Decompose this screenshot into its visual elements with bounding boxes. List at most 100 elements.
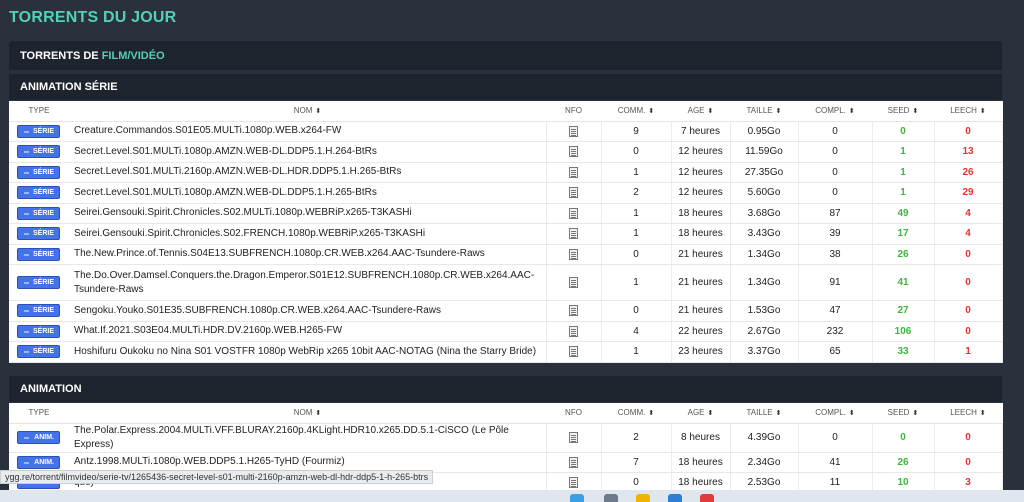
category-badge[interactable]: SÉRIE bbox=[17, 324, 60, 338]
table-row[interactable]: SÉRIE Sengoku.Youko.S01E35.SUBFRENCH.1080… bbox=[9, 300, 1003, 322]
seed-count: 1 bbox=[872, 182, 935, 204]
torrent-age: 12 heures bbox=[671, 182, 731, 204]
table-row[interactable]: ANIM. The.Polar.Express.2004.MULTi.VFF.BL… bbox=[9, 423, 1003, 453]
col-size[interactable]: TAILLE ⬍ bbox=[730, 101, 798, 122]
torrent-age: 21 heures bbox=[671, 244, 731, 265]
nfo-file-icon[interactable] bbox=[569, 146, 578, 158]
col-comm[interactable]: COMM. ⬍ bbox=[601, 101, 671, 122]
nfo-file-icon[interactable] bbox=[569, 228, 578, 240]
category-badge[interactable]: SÉRIE bbox=[17, 124, 60, 138]
table-row[interactable]: SÉRIE Secret.Level.S01.MULTi.1080p.AMZN.W… bbox=[9, 141, 1003, 163]
browser-icon[interactable] bbox=[570, 494, 584, 502]
category-badge[interactable]: SÉRIE bbox=[17, 247, 60, 261]
table-row[interactable]: SÉRIE The.Do.Over.Damsel.Conquers.the.Dra… bbox=[9, 264, 1003, 301]
table-row[interactable]: SÉRIE The.New.Prince.of.Tennis.S04E13.SUB… bbox=[9, 244, 1003, 265]
torrent-name-link[interactable]: Seirei.Gensouki.Spirit.Chronicles.S02.MU… bbox=[69, 203, 547, 224]
nfo-file-icon[interactable] bbox=[569, 187, 578, 199]
nfo-file-icon[interactable] bbox=[569, 456, 578, 468]
folder-icon[interactable] bbox=[636, 494, 650, 502]
taskbar bbox=[0, 490, 1024, 502]
table-row[interactable]: SÉRIE Seirei.Gensouki.Spirit.Chronicles.S… bbox=[9, 223, 1003, 245]
torrent-name-link[interactable]: Creature.Commandos.S01E05.MULTi.1080p.WE… bbox=[69, 121, 547, 142]
app-icon[interactable] bbox=[700, 494, 714, 502]
nfo-file-icon[interactable] bbox=[569, 166, 578, 178]
torrent-size: 3.37Go bbox=[730, 341, 799, 363]
comment-count: 9 bbox=[601, 121, 672, 142]
category-badge[interactable]: SÉRIE bbox=[17, 276, 60, 289]
category-badge[interactable]: ANIM. bbox=[17, 455, 60, 469]
category-badge[interactable]: SÉRIE bbox=[17, 186, 60, 200]
completed-count: 47 bbox=[798, 300, 873, 322]
col-compl[interactable]: COMPL. ⬍ bbox=[798, 101, 872, 122]
torrent-name-link[interactable]: The.New.Prince.of.Tennis.S04E13.SUBFRENC… bbox=[69, 244, 547, 265]
col-leech[interactable]: LEECH ⬍ bbox=[934, 403, 1002, 424]
app-icon[interactable] bbox=[668, 494, 682, 502]
table-row[interactable]: SÉRIE Secret.Level.S01.MULTi.2160p.AMZN.W… bbox=[9, 162, 1003, 183]
table-row[interactable]: SÉRIE Secret.Level.S01.MULTi.1080p.AMZN.W… bbox=[9, 182, 1003, 204]
col-compl[interactable]: COMPL. ⬍ bbox=[798, 403, 872, 424]
seed-count: 41 bbox=[872, 264, 935, 301]
col-comm[interactable]: COMM. ⬍ bbox=[601, 403, 671, 424]
nfo-file-icon[interactable] bbox=[569, 207, 578, 219]
torrent-name-link[interactable]: Secret.Level.S01.MULTi.1080p.AMZN.WEB-DL… bbox=[69, 141, 547, 163]
col-age[interactable]: AGE ⬍ bbox=[671, 101, 730, 122]
sort-icon: ⬍ bbox=[912, 108, 919, 116]
torrent-size: 27.35Go bbox=[730, 162, 799, 183]
table-row[interactable]: SÉRIE Hoshifuru Oukoku no Nina S01 VOSTFR… bbox=[9, 341, 1003, 363]
category-badge[interactable]: SÉRIE bbox=[17, 165, 60, 179]
category-badge[interactable]: SÉRIE bbox=[17, 304, 60, 318]
app-icon[interactable] bbox=[604, 494, 618, 502]
category-badge[interactable]: SÉRIE bbox=[17, 227, 60, 241]
category-badge[interactable]: SÉRIE bbox=[17, 145, 60, 159]
category-badge[interactable]: SÉRIE bbox=[17, 206, 60, 220]
nfo-file-icon[interactable] bbox=[569, 125, 578, 137]
nfo-file-icon[interactable] bbox=[569, 431, 578, 443]
torrent-name-link[interactable]: Hoshifuru Oukoku no Nina S01 VOSTFR 1080… bbox=[69, 341, 547, 363]
nfo-file-icon[interactable] bbox=[569, 276, 578, 288]
col-type: TYPE bbox=[9, 101, 69, 122]
nfo-file-icon[interactable] bbox=[569, 325, 578, 337]
col-name[interactable]: NOM ⬍ bbox=[69, 101, 546, 122]
torrent-name-link[interactable]: Secret.Level.S01.MULTi.2160p.AMZN.WEB-DL… bbox=[69, 162, 547, 183]
torrent-age: 22 heures bbox=[671, 321, 731, 342]
col-seed[interactable]: SEED ⬍ bbox=[872, 403, 934, 424]
sort-icon: ⬍ bbox=[775, 108, 782, 116]
torrent-name-link[interactable]: Seirei.Gensouki.Spirit.Chronicles.S02.FR… bbox=[69, 223, 547, 245]
completed-count: 91 bbox=[798, 264, 873, 301]
col-nfo: NFO bbox=[546, 101, 601, 122]
torrent-name-link[interactable]: The.Do.Over.Damsel.Conquers.the.Dragon.E… bbox=[69, 264, 547, 301]
torrents-category-link[interactable]: FILM/VIDÉO bbox=[102, 50, 165, 62]
table-row[interactable]: SÉRIE Seirei.Gensouki.Spirit.Chronicles.S… bbox=[9, 203, 1003, 224]
torrent-size: 2.34Go bbox=[730, 452, 799, 473]
table-header-row: TYPE NOM ⬍ NFO COMM. ⬍ AGE ⬍ TAILLE ⬍ COMPL.… bbox=[9, 101, 1002, 122]
torrent-name-link[interactable]: Sengoku.Youko.S01E35.SUBFRENCH.1080p.CR.… bbox=[69, 300, 547, 322]
sort-icon: ⬍ bbox=[648, 108, 655, 116]
col-leech[interactable]: LEECH ⬍ bbox=[934, 101, 1002, 122]
comment-count: 1 bbox=[601, 341, 672, 363]
table-row[interactable]: SÉRIE Creature.Commandos.S01E05.MULTi.108… bbox=[9, 121, 1003, 142]
seed-count: 106 bbox=[872, 321, 935, 342]
completed-count: 232 bbox=[798, 321, 873, 342]
col-size[interactable]: TAILLE ⬍ bbox=[730, 403, 798, 424]
col-name[interactable]: NOM ⬍ bbox=[69, 403, 546, 424]
comment-count: 2 bbox=[601, 423, 672, 453]
torrent-name-link[interactable]: Secret.Level.S01.MULTi.1080p.AMZN.WEB-DL… bbox=[69, 182, 547, 204]
col-seed[interactable]: SEED ⬍ bbox=[872, 101, 934, 122]
leech-count: 29 bbox=[934, 182, 1003, 204]
torrent-age: 12 heures bbox=[671, 162, 731, 183]
completed-count: 0 bbox=[798, 162, 873, 183]
table-row[interactable]: SÉRIE What.If.2021.S03E04.MULTi.HDR.DV.21… bbox=[9, 321, 1003, 342]
seed-count: 33 bbox=[872, 341, 935, 363]
torrent-size: 3.68Go bbox=[730, 203, 799, 224]
torrent-name-link[interactable]: The.Polar.Express.2004.MULTi.VFF.BLURAY.… bbox=[69, 423, 547, 453]
torrent-name-link[interactable]: What.If.2021.S03E04.MULTi.HDR.DV.2160p.W… bbox=[69, 321, 547, 342]
nfo-file-icon[interactable] bbox=[569, 477, 578, 489]
sort-icon: ⬍ bbox=[707, 410, 714, 418]
col-age[interactable]: AGE ⬍ bbox=[671, 403, 730, 424]
nfo-file-icon[interactable] bbox=[569, 346, 578, 358]
sort-icon: ⬍ bbox=[315, 410, 322, 418]
category-badge[interactable]: SÉRIE bbox=[17, 345, 60, 359]
nfo-file-icon[interactable] bbox=[569, 248, 578, 260]
nfo-file-icon[interactable] bbox=[569, 305, 578, 317]
category-badge[interactable]: ANIM. bbox=[17, 431, 60, 444]
